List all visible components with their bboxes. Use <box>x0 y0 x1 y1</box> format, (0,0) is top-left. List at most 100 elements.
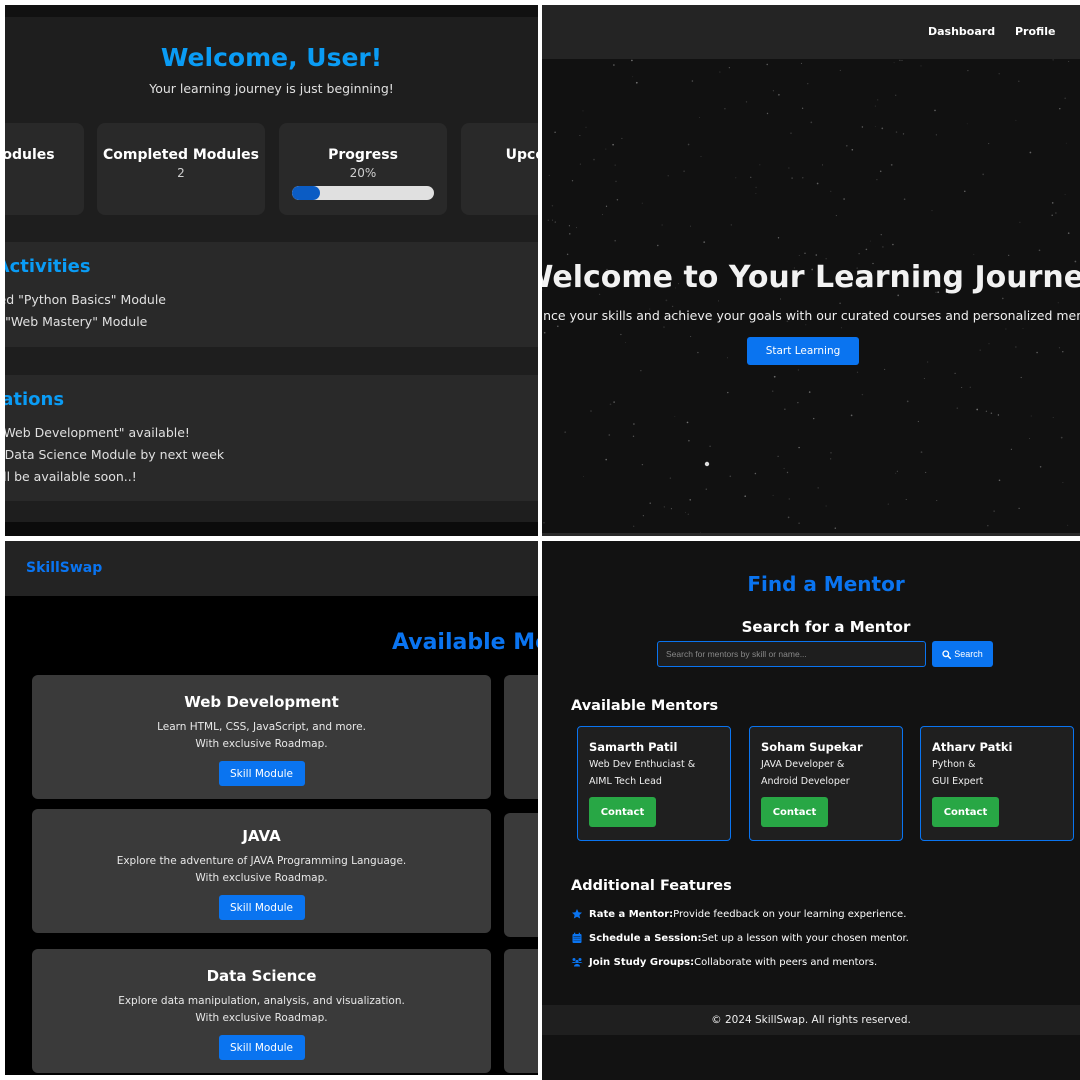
logo[interactable]: SkillSwap <box>26 560 102 576</box>
star <box>613 64 615 66</box>
star <box>632 76 634 78</box>
skill-module-button[interactable]: Skill Module <box>218 1035 305 1060</box>
star <box>609 403 612 406</box>
star <box>605 148 607 150</box>
star <box>579 163 581 165</box>
star <box>554 221 556 223</box>
star <box>613 401 615 403</box>
nav-link-profile[interactable]: Profile <box>1015 25 1055 38</box>
star <box>969 386 971 388</box>
module-title: JAVA <box>242 827 281 845</box>
star <box>755 186 757 189</box>
star <box>1059 108 1061 110</box>
star <box>920 451 923 453</box>
mentor-card: Atharv Patki Python & GUI Expert Contact <box>920 726 1074 841</box>
star <box>632 435 635 437</box>
start-learning-button[interactable]: Start Learning <box>747 337 859 365</box>
star <box>543 331 546 334</box>
star <box>1030 415 1032 417</box>
mentor-role-line: Android Developer <box>761 776 850 787</box>
nav-link-dashboard[interactable]: Dashboard <box>928 25 995 38</box>
star <box>880 234 882 236</box>
feature-study-groups: Join Study Groups: Collaborate with peer… <box>571 956 877 968</box>
star <box>641 463 644 466</box>
star <box>1067 232 1070 234</box>
page-title: Find a Mentor <box>747 572 905 596</box>
mentor-search-input[interactable] <box>657 641 926 667</box>
stat-label: Progress <box>328 147 398 163</box>
star <box>896 470 898 472</box>
star <box>858 253 860 255</box>
star <box>744 495 746 497</box>
star <box>987 524 989 527</box>
stat-label: Total Modules <box>5 147 55 163</box>
module-roadmap-line: With exclusive Roadmap. <box>195 1012 328 1024</box>
star <box>797 369 800 371</box>
star <box>1051 202 1054 204</box>
star <box>988 343 990 345</box>
skill-module-button[interactable]: Skill Module <box>218 761 305 786</box>
star <box>669 477 672 479</box>
module-desc-line: Explore the adventure of JAVA Programmin… <box>116 855 407 867</box>
stat-card-completed-modules: Completed Modules 2 <box>97 123 265 215</box>
stat-card-progress: Progress 20% <box>279 123 447 215</box>
search-icon <box>942 649 952 659</box>
feature-label: Join Study Groups: <box>589 956 695 968</box>
star <box>835 215 837 217</box>
navbar: SkillSwap <box>5 541 538 596</box>
star <box>1015 119 1017 121</box>
feature-text: Collaborate with peers and mentors. <box>694 956 878 968</box>
star <box>1052 416 1054 418</box>
contact-button[interactable]: Contact <box>761 797 828 827</box>
star <box>985 410 988 412</box>
star <box>956 407 959 409</box>
mentor-panel: Find a Mentor Search for a Mentor Search… <box>542 541 1080 1080</box>
star <box>735 177 737 179</box>
star <box>923 377 925 379</box>
star <box>993 510 995 512</box>
star <box>649 502 651 504</box>
mentor-role-line: Web Dev Enthuciast & <box>589 759 696 770</box>
star <box>777 455 779 458</box>
star <box>892 243 894 246</box>
star <box>901 59 903 61</box>
star <box>691 80 694 82</box>
feature-label: Rate a Mentor: <box>589 908 674 920</box>
star <box>703 241 706 243</box>
star <box>797 402 799 404</box>
star <box>1019 221 1021 223</box>
star <box>1029 151 1032 154</box>
star <box>936 500 938 502</box>
star <box>874 126 876 128</box>
star <box>784 408 786 410</box>
skill-module-button[interactable]: Skill Module <box>218 895 305 920</box>
star <box>699 117 701 119</box>
stat-value: 20% <box>349 166 377 180</box>
star <box>771 390 774 392</box>
star <box>822 164 823 166</box>
contact-button[interactable]: Contact <box>932 797 999 827</box>
welcome-heading: Welcome, User! <box>160 43 383 72</box>
star <box>640 370 642 372</box>
star <box>1036 351 1038 354</box>
star <box>990 412 993 414</box>
star <box>642 515 644 517</box>
star <box>1060 436 1063 439</box>
starfield-background <box>542 59 1077 533</box>
star <box>895 131 898 133</box>
contact-button[interactable]: Contact <box>589 797 656 827</box>
star <box>808 391 811 393</box>
star <box>551 205 554 207</box>
star <box>1039 466 1042 468</box>
star <box>583 476 584 478</box>
search-button[interactable]: Search <box>932 641 993 667</box>
star <box>787 516 790 519</box>
feature-schedule-session: Schedule a Session: Set up a lesson with… <box>571 932 909 944</box>
star <box>890 164 893 166</box>
star <box>1018 507 1020 509</box>
notification-item: Mentor Booking will be available soon..! <box>5 469 137 484</box>
star <box>766 112 769 115</box>
star <box>798 255 800 256</box>
module-desc-line: Explore data manipulation, analysis, and… <box>118 995 405 1007</box>
star <box>709 445 711 447</box>
